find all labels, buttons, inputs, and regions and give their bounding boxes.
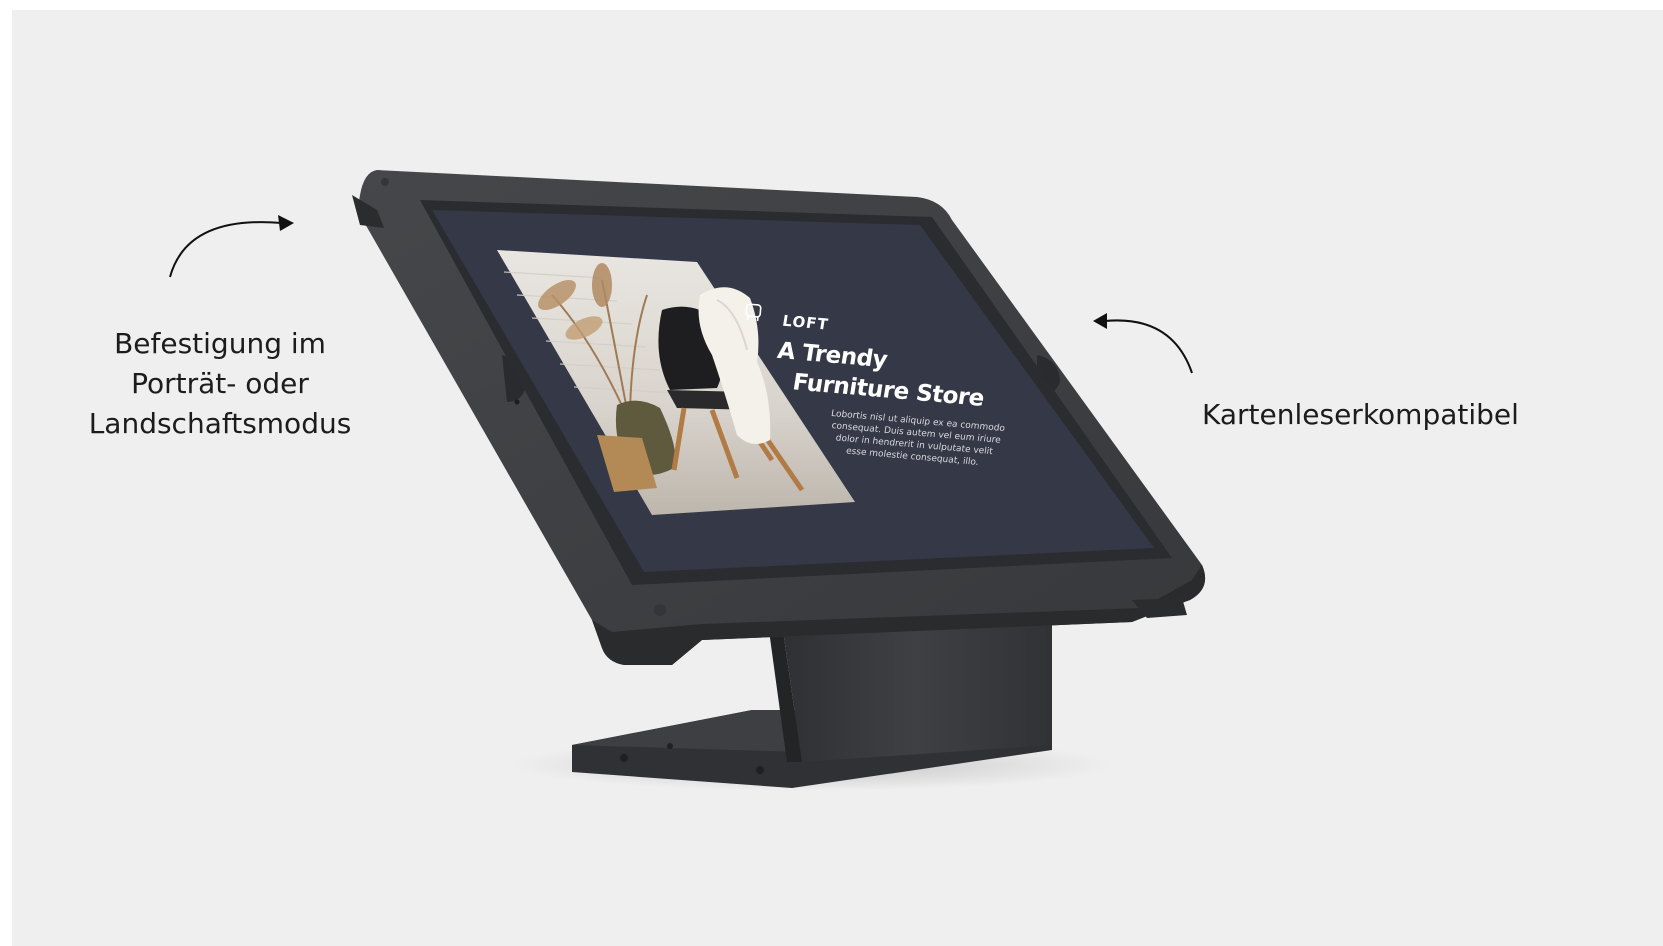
tablet-kiosk-stand-photo	[352, 170, 1206, 791]
caption-left-line-2: Porträt- oder	[131, 367, 309, 400]
curved-arrow-icon-right	[1093, 313, 1193, 374]
caption-left-line-1: Befestigung im	[114, 327, 326, 360]
curved-arrow-icon-left	[169, 215, 294, 278]
card-reader-caption: Kartenleserkompatibel	[1202, 398, 1519, 431]
mounting-orientation-caption: Befestigung im Porträt- oder Landschafts…	[60, 324, 380, 444]
caption-left-line-3: Landschaftsmodus	[88, 407, 352, 440]
photo-canvas: LOFT A Trendy Furniture Store Lobortis n…	[12, 10, 1663, 946]
